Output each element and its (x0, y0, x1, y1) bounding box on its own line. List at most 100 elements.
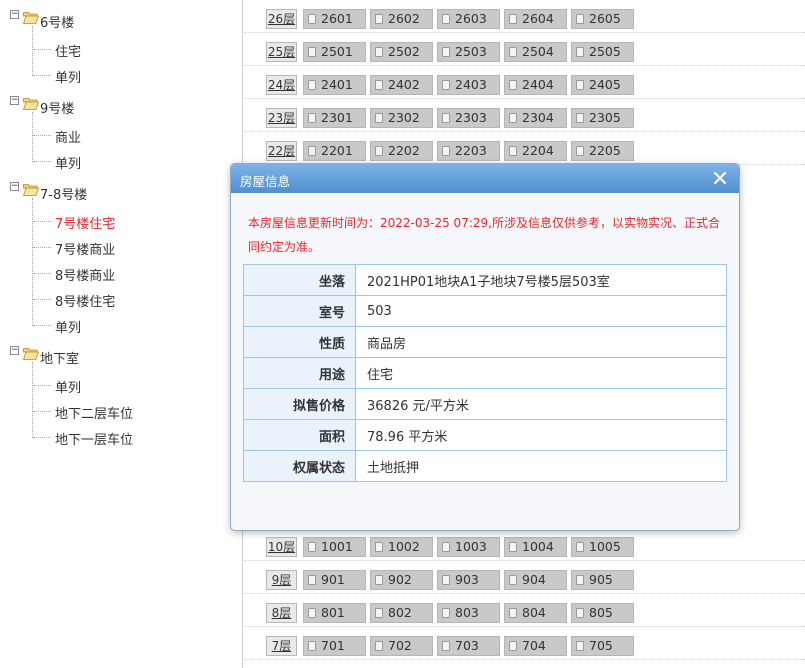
info-key: 权属状态 (243, 450, 356, 482)
tree-leaf-item-selected[interactable]: 7号楼住宅 (55, 213, 115, 232)
floor-link[interactable]: 7层 (266, 636, 297, 656)
tree-leaf-item[interactable]: 8号楼商业 (55, 265, 115, 284)
unit-number: 2501 (321, 44, 353, 59)
unit-cell[interactable]: 703 (437, 636, 500, 656)
unit-cell[interactable]: 2204 (504, 141, 567, 161)
collapse-toggle-icon[interactable]: − (10, 10, 19, 19)
unit-cell[interactable]: 2202 (370, 141, 433, 161)
tree-leaf-item[interactable]: 8号楼住宅 (55, 291, 115, 310)
unit-cell[interactable]: 2505 (571, 42, 634, 62)
tree-leaf-item[interactable]: 7号楼商业 (55, 239, 115, 258)
unit-number: 901 (321, 572, 345, 587)
unit-cell[interactable]: 705 (571, 636, 634, 656)
floor-link[interactable]: 23层 (266, 108, 297, 128)
unit-cell[interactable]: 803 (437, 603, 500, 623)
unit-number: 2605 (589, 11, 621, 26)
unit-cell[interactable]: 2301 (303, 108, 366, 128)
unit-cell[interactable]: 702 (370, 636, 433, 656)
unit-cell[interactable]: 2302 (370, 108, 433, 128)
tree-branch-line (33, 221, 51, 222)
unit-cell[interactable]: 805 (571, 603, 634, 623)
unit-cell[interactable]: 1003 (437, 537, 500, 557)
unit-cell[interactable]: 2502 (370, 42, 433, 62)
unit-cell[interactable]: 804 (504, 603, 567, 623)
unit-cell[interactable]: 704 (504, 636, 567, 656)
floor-link[interactable]: 26层 (266, 9, 297, 29)
unit-cell[interactable]: 2602 (370, 9, 433, 29)
floor-link[interactable]: 24层 (266, 75, 297, 95)
unit-cell[interactable]: 905 (571, 570, 634, 590)
unit-cell[interactable]: 2203 (437, 141, 500, 161)
unit-number: 2302 (388, 110, 420, 125)
tree-leaf-item[interactable]: 单列 (55, 317, 81, 336)
tree-branch-line (33, 135, 51, 136)
unit-cell[interactable]: 2205 (571, 141, 634, 161)
info-key: 面积 (243, 419, 356, 451)
tree-leaf-item[interactable]: 单列 (55, 377, 81, 396)
unit-cell[interactable]: 2201 (303, 141, 366, 161)
unit-number: 1002 (388, 539, 420, 554)
floor-link[interactable]: 9层 (266, 570, 297, 590)
unit-cell[interactable]: 2504 (504, 42, 567, 62)
building-tree: − 6号楼 住宅 单列 − 9号楼 商业 单列 − 7-8号楼 7号楼住宅 7号… (0, 0, 243, 668)
unit-cell[interactable]: 901 (303, 570, 366, 590)
unit-cell[interactable]: 2503 (437, 42, 500, 62)
unit-cell[interactable]: 2402 (370, 75, 433, 95)
info-key: 性质 (243, 326, 356, 358)
tree-leaf-item[interactable]: 商业 (55, 127, 81, 146)
tree-leaf-item[interactable]: 单列 (55, 67, 81, 86)
unit-cell[interactable]: 2604 (504, 9, 567, 29)
tree-branch-line (33, 299, 51, 300)
unit-cell[interactable]: 2605 (571, 9, 634, 29)
unit-cell[interactable]: 2603 (437, 9, 500, 29)
unit-cell[interactable]: 2403 (437, 75, 500, 95)
unit-cell[interactable]: 2305 (571, 108, 634, 128)
collapse-toggle-icon[interactable]: − (10, 96, 19, 105)
unit-cell[interactable]: 2401 (303, 75, 366, 95)
info-key: 室号 (243, 295, 356, 327)
floor-link[interactable]: 22层 (266, 141, 297, 161)
close-icon[interactable] (711, 169, 729, 187)
floor-link[interactable]: 8层 (266, 603, 297, 623)
unit-number: 804 (522, 605, 546, 620)
tree-group-label[interactable]: 6号楼 (40, 12, 74, 31)
collapse-toggle-icon[interactable]: − (10, 346, 19, 355)
unit-cell[interactable]: 2304 (504, 108, 567, 128)
tree-leaf-item[interactable]: 地下二层车位 (55, 403, 133, 422)
unit-cell[interactable]: 1002 (370, 537, 433, 557)
collapse-toggle-icon[interactable]: − (10, 182, 19, 191)
document-icon (442, 542, 450, 552)
unit-cell[interactable]: 1005 (571, 537, 634, 557)
info-value: 503 (355, 295, 727, 327)
unit-number: 2505 (589, 44, 621, 59)
unit-cell[interactable]: 1001 (303, 537, 366, 557)
unit-cell[interactable]: 701 (303, 636, 366, 656)
unit-cell[interactable]: 1004 (504, 537, 567, 557)
unit-cell[interactable]: 904 (504, 570, 567, 590)
info-value: 36826 元/平方米 (355, 388, 727, 420)
unit-cell[interactable]: 801 (303, 603, 366, 623)
unit-cell[interactable]: 802 (370, 603, 433, 623)
unit-cell[interactable]: 2405 (571, 75, 634, 95)
tree-group-label[interactable]: 地下室 (40, 348, 79, 367)
floor-link[interactable]: 10层 (266, 537, 297, 557)
unit-cell[interactable]: 2303 (437, 108, 500, 128)
tree-branch-line (33, 385, 51, 386)
tree-leaf-item[interactable]: 地下一层车位 (55, 429, 133, 448)
house-info-dialog: 房屋信息 本房屋信息更新时间为：2022-03-25 07:29,所涉及信息仅供… (230, 163, 740, 531)
dialog-title-bar[interactable]: 房屋信息 (231, 164, 739, 193)
unit-cell[interactable]: 2501 (303, 42, 366, 62)
floor-link[interactable]: 25层 (266, 42, 297, 62)
tree-leaf-item[interactable]: 住宅 (55, 41, 81, 60)
unit-cell[interactable]: 2601 (303, 9, 366, 29)
document-icon (308, 113, 316, 123)
tree-group-label[interactable]: 9号楼 (40, 98, 74, 117)
unit-cell[interactable]: 902 (370, 570, 433, 590)
tree-group-label[interactable]: 7-8号楼 (40, 184, 87, 203)
unit-number: 2201 (321, 143, 353, 158)
document-icon (375, 47, 383, 57)
document-icon (576, 575, 584, 585)
unit-cell[interactable]: 2404 (504, 75, 567, 95)
tree-leaf-item[interactable]: 单列 (55, 153, 81, 172)
unit-cell[interactable]: 903 (437, 570, 500, 590)
